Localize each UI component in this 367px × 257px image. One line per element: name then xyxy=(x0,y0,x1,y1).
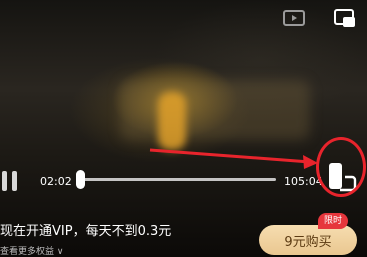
blurred-video-figure xyxy=(158,92,186,150)
buy-button[interactable]: 9元购买 xyxy=(259,225,357,255)
tv-cast-icon[interactable] xyxy=(282,8,306,28)
current-time: 02:02 xyxy=(40,175,72,188)
annotation-circle xyxy=(316,137,366,197)
vip-promo-text: 现在开通VIP，每天不到0.3元 xyxy=(0,224,172,239)
progress-knob[interactable] xyxy=(76,170,85,189)
video-frame[interactable] xyxy=(0,0,367,254)
buy-button-label: 9元购买 xyxy=(284,234,332,250)
pause-icon[interactable] xyxy=(2,168,24,194)
progress-bar[interactable] xyxy=(77,178,276,181)
more-benefits-link[interactable]: 查看更多权益 ∨ xyxy=(0,244,63,257)
picture-in-picture-icon[interactable] xyxy=(333,8,357,28)
limited-time-badge: 限时 xyxy=(318,213,349,229)
blurred-video-title-art xyxy=(120,80,310,140)
